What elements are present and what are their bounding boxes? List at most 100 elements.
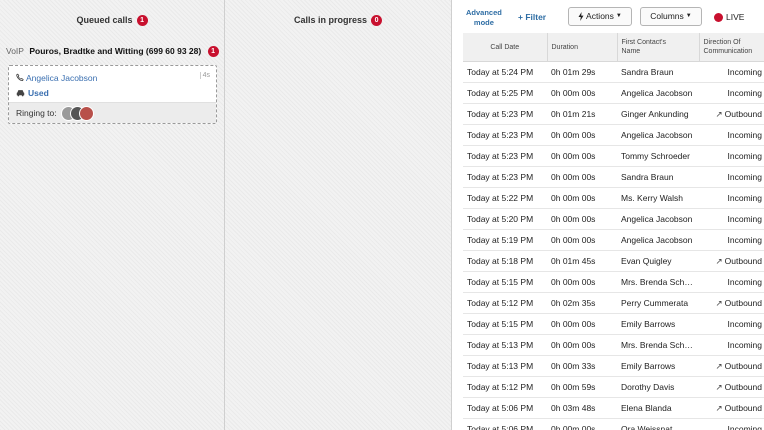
call-log-table-wrapper[interactable]: Call Date Duration First Contact's Name … [463,33,764,430]
table-row[interactable]: Today at 5:20 PM 0h 00m 00s Angelica Jacob… [463,208,764,230]
cell-direction: Incoming [699,145,764,167]
table-row[interactable]: Today at 5:13 PM 0h 00m 33s Emily Barrows ↗… [463,355,764,377]
queued-calls-count-badge: 1 [136,15,148,27]
cell-call-date-text: Today at 5:23 PM [467,151,534,161]
voip-count-badge: 1 [207,46,219,58]
live-indicator-icon [714,13,723,23]
cell-first-contact-text: Dorothy Davis [621,382,675,392]
add-filter-link[interactable]: + Filter [518,12,546,22]
actions-button[interactable]: Actions ▼ [568,7,632,26]
cell-call-date: Today at 5:13 PM [463,355,547,377]
cell-direction: ↗ Outbound [699,292,764,314]
queued-calls-column: Queued calls 1 VoIP Pouros, Bradtke and W… [0,0,225,430]
call-log-table: Call Date Duration First Contact's Name … [463,33,764,430]
live-toggle[interactable]: LIVE [714,12,745,23]
cell-direction: Incoming [699,313,764,335]
cell-duration-text: 0h 03m 48s [551,403,596,413]
cell-call-date: Today at 5:13 PM [463,334,547,356]
table-row[interactable]: Today at 5:25 PM 0h 00m 00s Angelica Jacob… [463,82,764,104]
cell-call-date-text: Today at 5:06 PM [467,403,534,413]
cell-first-contact-text: Ginger Ankunding [621,109,689,119]
voip-group-name: Pouros, Bradtke and Witting (699 60 93 2… [29,46,202,56]
column-header-call-date[interactable]: Call Date [463,33,548,62]
cell-first-contact-text: Ms. Kerry Walsh [621,193,684,203]
table-row[interactable]: Today at 5:23 PM 0h 00m 00s Angelica Jacob… [463,124,764,146]
cell-direction-text: Outbound [724,402,762,413]
cell-duration-text: 0h 00m 00s [551,319,596,329]
calls-in-progress-count-badge: 0 [371,15,383,27]
queued-call-duration: 4s [199,72,210,79]
advanced-mode-link[interactable]: Advanced mode [466,8,502,28]
columns-button[interactable]: Columns ▼ [640,7,702,26]
cell-duration: 0h 00m 33s [547,355,617,377]
table-row[interactable]: Today at 5:19 PM 0h 00m 00s Angelica Jacob… [463,229,764,251]
table-row[interactable]: Today at 5:23 PM 0h 00m 00s Tommy Schroede… [463,145,764,167]
cell-duration-text: 0h 02m 35s [551,298,596,308]
cell-first-contact-text: Emily Barrows [621,361,676,371]
cell-first-contact: Ms. Kerry Walsh [617,187,699,209]
cell-first-contact: Angelica Jacobson [617,208,699,230]
cell-duration-text: 0h 00m 00s [551,193,596,203]
chevron-down-icon: ▼ [615,13,622,20]
cell-duration-text: 0h 01m 45s [551,256,596,266]
live-label: LIVE [726,12,745,22]
cell-call-date-text: Today at 5:23 PM [467,130,534,140]
cell-duration-text: 0h 00m 00s [551,151,596,161]
cell-call-date-text: Today at 5:18 PM [467,256,534,266]
queued-call-card[interactable]: Angelica Jacobson 4s Used Ringing to: [8,65,217,124]
table-row[interactable]: Today at 5:15 PM 0h 00m 00s Mrs. Brenda Sc… [463,271,764,293]
table-row[interactable]: Today at 5:18 PM 0h 01m 45s Evan Quigley ↗ O… [463,250,764,272]
column-header-first-contact[interactable]: First Contact's Name [617,33,700,62]
cell-duration: 0h 01m 29s [547,61,617,83]
cell-call-date: Today at 5:06 PM [463,397,547,419]
cell-direction: Incoming [699,334,764,356]
cell-duration: 0h 01m 45s [547,250,617,272]
outbound-arrow-icon: ↗ [715,255,723,266]
phone-icon [16,73,24,82]
table-row[interactable]: Today at 5:12 PM 0h 02m 35s Perry Cummerat… [463,292,764,314]
table-row[interactable]: Today at 5:24 PM 0h 01m 29s Sandra Braun In… [463,61,764,83]
table-row[interactable]: Today at 5:23 PM 0h 01m 21s Ginger Ankundi… [463,103,764,125]
cell-first-contact: Angelica Jacobson [617,124,699,146]
column-header-direction[interactable]: Direction Of Communication [699,33,764,62]
cell-call-date-text: Today at 5:20 PM [467,214,534,224]
cell-direction: ↗ Outbound [699,376,764,398]
table-row[interactable]: Today at 5:15 PM 0h 00m 00s Emily Barrows I… [463,313,764,335]
outbound-arrow-icon: ↗ [715,360,723,371]
cell-duration: 0h 00m 59s [547,376,617,398]
cell-duration-text: 0h 00m 33s [551,361,596,371]
cell-first-contact: Perry Cummerata [617,292,699,314]
cell-call-date-text: Today at 5:23 PM [467,109,534,119]
cell-first-contact-text: Emily Barrows [621,319,676,329]
table-row[interactable]: Today at 5:12 PM 0h 00m 59s Dorothy Davis ↗… [463,376,764,398]
cell-direction: Incoming [699,271,764,293]
table-row[interactable]: Today at 5:06 PM 0h 00m 00s Ora Weissnat In… [463,418,764,430]
cell-direction: Incoming [699,166,764,188]
cell-call-date: Today at 5:19 PM [463,229,547,251]
table-row[interactable]: Today at 5:22 PM 0h 00m 00s Ms. Kerry Wals… [463,187,764,209]
cell-direction-text: Incoming [727,193,763,203]
cell-call-date-text: Today at 5:24 PM [467,67,534,77]
column-header-direction-line2: Communication [703,48,753,55]
ringing-to-label: Ringing to: [16,108,57,118]
table-row[interactable]: Today at 5:06 PM 0h 03m 48s Elena Blanda ↗ O… [463,397,764,419]
cell-duration-text: 0h 00m 00s [551,277,596,287]
column-header-first-contact-line2: Name [621,48,641,55]
column-header-duration[interactable]: Duration [547,33,618,62]
outbound-arrow-icon: ↗ [715,381,723,392]
cell-duration-text: 0h 00m 00s [551,424,596,430]
table-row[interactable]: Today at 5:23 PM 0h 00m 00s Sandra Braun In… [463,166,764,188]
calls-in-progress-header: Calls in progress 0 [225,15,451,27]
call-log-toolbar: Advanced mode + Filter Actions ▼ Columns ▼… [452,0,764,33]
cell-call-date-text: Today at 5:22 PM [467,193,534,203]
cell-call-date-text: Today at 5:13 PM [467,340,534,350]
columns-button-label: Columns [650,11,684,21]
cell-first-contact-text: Angelica Jacobson [621,214,693,224]
queued-contact-link[interactable]: Angelica Jacobson [26,73,97,83]
cell-first-contact: Sandra Braun [617,61,699,83]
outbound-arrow-icon: ↗ [715,297,723,308]
cell-direction-text: Incoming [727,151,763,161]
cell-first-contact-text: Angelica Jacobson [621,235,693,245]
cell-duration: 0h 00m 00s [547,334,617,356]
table-row[interactable]: Today at 5:13 PM 0h 00m 00s Mrs. Brenda Sc… [463,334,764,356]
